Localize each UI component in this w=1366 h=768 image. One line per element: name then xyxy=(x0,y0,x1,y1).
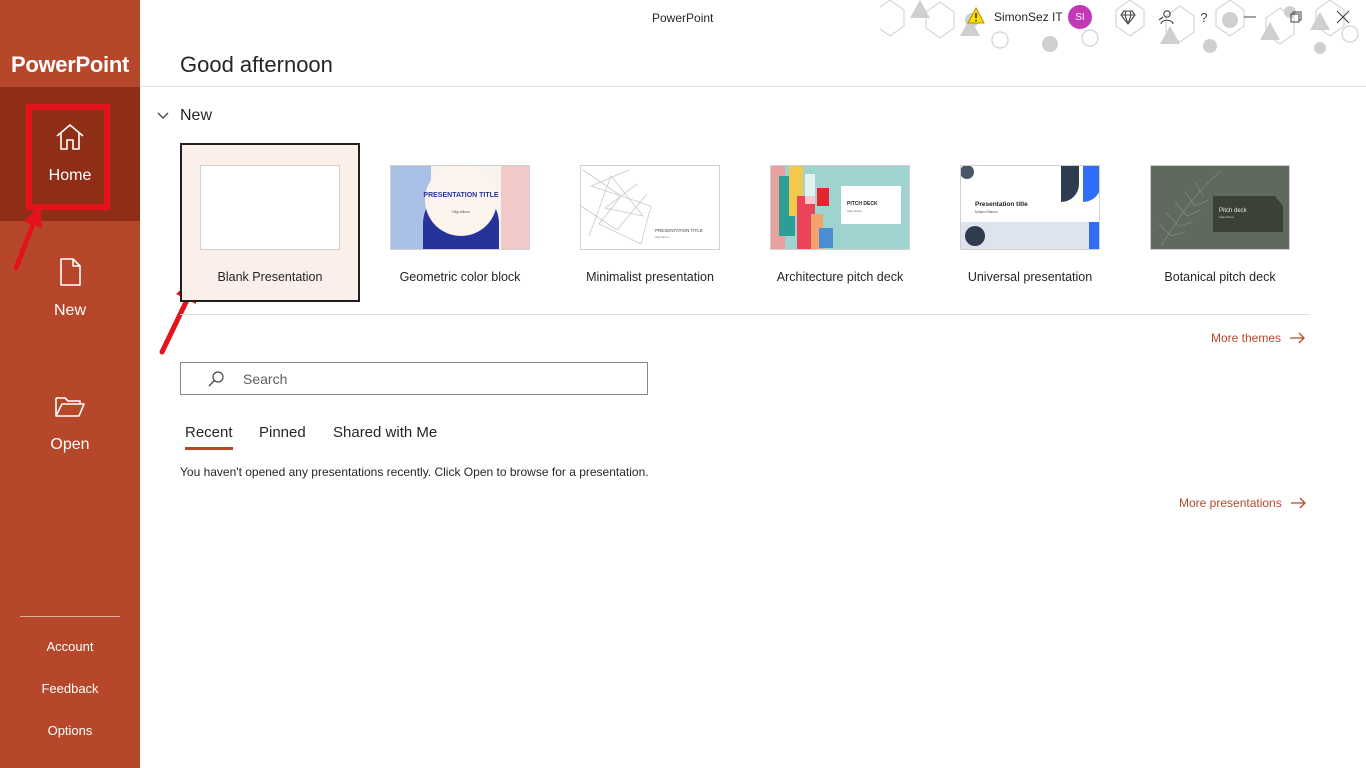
template-name: Universal presentation xyxy=(967,270,1093,284)
nav-home[interactable]: Home xyxy=(0,87,140,221)
minimize-icon[interactable] xyxy=(1241,8,1259,26)
section-divider xyxy=(180,314,1310,315)
thumb-title: PRESENTATION TITLE xyxy=(423,192,499,199)
sidebar: PowerPoint Home New Open Account Feedbac… xyxy=(0,0,140,768)
universal-thumbnail-art: Presentation title Mirjam Nilsson xyxy=(961,166,1099,249)
template-name: Minimalist presentation xyxy=(586,270,714,284)
botanical-thumbnail-art: Pitch deck Hilja Allison xyxy=(1151,166,1289,249)
template-blank-presentation[interactable]: Blank Presentation xyxy=(180,143,360,302)
header-divider xyxy=(140,86,1366,87)
more-presentations-link[interactable]: More presentations xyxy=(1179,496,1306,510)
home-icon xyxy=(56,124,84,150)
arrow-right-icon xyxy=(1290,332,1305,344)
thumb-subtitle: Hilja Allison xyxy=(655,235,670,239)
thumb-title: PITCH DECK xyxy=(847,201,878,207)
close-icon[interactable] xyxy=(1334,8,1352,26)
tab-recent[interactable]: Recent xyxy=(185,424,233,450)
warning-icon[interactable] xyxy=(967,7,985,25)
more-presentations-label: More presentations xyxy=(1179,496,1282,510)
coauthor-icon[interactable] xyxy=(1157,8,1175,26)
title-bar: PowerPoint SimonSez IT SI ? xyxy=(140,0,1366,54)
minimalist-thumbnail-art: PRESENTATION TITLE Hilja Allison xyxy=(581,166,719,249)
nav-home-label: Home xyxy=(48,167,92,184)
template-thumbnail: PRESENTATION TITLE Hilja Allison xyxy=(580,165,720,250)
open-folder-icon xyxy=(55,397,85,417)
feedback-link[interactable]: Feedback xyxy=(0,681,140,696)
template-name: Blank Presentation xyxy=(217,270,323,284)
tab-shared-with-me[interactable]: Shared with Me xyxy=(333,424,437,447)
template-universal-presentation[interactable]: Presentation title Mirjam Nilsson Univer… xyxy=(940,143,1120,302)
template-thumbnail xyxy=(200,165,340,250)
template-thumbnail: PRESENTATION TITLE Hilja Allison xyxy=(390,165,530,250)
new-section-label: New xyxy=(180,107,213,124)
thumb-subtitle: Hilja Allison xyxy=(847,209,863,213)
chevron-down-icon xyxy=(157,112,169,119)
architecture-thumbnail-art: PITCH DECK Hilja Allison xyxy=(771,166,909,249)
template-name: Architecture pitch deck xyxy=(776,270,904,284)
user-name[interactable]: SimonSez IT xyxy=(994,10,1063,24)
account-link[interactable]: Account xyxy=(0,639,140,654)
help-icon[interactable]: ? xyxy=(1195,8,1213,26)
options-link[interactable]: Options xyxy=(0,723,140,738)
template-botanical-pitch-deck[interactable]: Pitch deck Hilja Allison Botanical pitch… xyxy=(1130,143,1310,302)
search-icon xyxy=(208,371,224,387)
geometric-thumbnail-art: PRESENTATION TITLE Hilja Allison xyxy=(391,166,529,249)
search-input[interactable] xyxy=(243,369,623,389)
nav-open[interactable]: Open xyxy=(0,356,140,490)
template-minimalist-presentation[interactable]: PRESENTATION TITLE Hilja Allison Minimal… xyxy=(560,143,740,302)
avatar[interactable]: SI xyxy=(1068,5,1092,29)
more-themes-label: More themes xyxy=(1211,331,1282,345)
tab-pinned[interactable]: Pinned xyxy=(259,424,306,447)
thumb-subtitle: Mirjam Nilsson xyxy=(975,210,998,214)
svg-text:?: ? xyxy=(1200,10,1207,25)
nav-new-label: New xyxy=(53,302,86,319)
template-thumbnail: PITCH DECK Hilja Allison xyxy=(770,165,910,250)
template-thumbnail: Presentation title Mirjam Nilsson xyxy=(960,165,1100,250)
more-themes-link[interactable]: More themes xyxy=(1211,331,1305,345)
new-file-icon xyxy=(60,258,81,286)
thumb-title: Presentation title xyxy=(975,201,1028,208)
thumb-title: Pitch deck xyxy=(1219,208,1248,214)
search-box[interactable] xyxy=(180,362,648,395)
greeting-heading: Good afternoon xyxy=(180,52,333,77)
new-section-toggle[interactable]: New xyxy=(156,106,212,126)
nav-open-label: Open xyxy=(50,436,90,453)
restore-icon[interactable] xyxy=(1287,8,1305,26)
template-name: Botanical pitch deck xyxy=(1164,270,1276,284)
diamond-icon[interactable] xyxy=(1119,8,1137,26)
app-name: PowerPoint xyxy=(10,52,129,77)
template-geometric-color-block[interactable]: PRESENTATION TITLE Hilja Allison Geometr… xyxy=(370,143,550,302)
empty-recent-message: You haven't opened any presentations rec… xyxy=(180,465,649,479)
thumb-subtitle: Hilja Allison xyxy=(452,210,470,214)
template-architecture-pitch-deck[interactable]: PITCH DECK Hilja Allison Architecture pi… xyxy=(750,143,930,302)
nav-new[interactable]: New xyxy=(0,222,140,356)
sidebar-divider xyxy=(20,616,120,617)
window-title: PowerPoint xyxy=(652,11,714,25)
template-name: Geometric color block xyxy=(399,270,521,284)
thumb-subtitle: Hilja Allison xyxy=(1219,215,1235,219)
arrow-right-icon xyxy=(1290,497,1306,509)
template-thumbnail: Pitch deck Hilja Allison xyxy=(1150,165,1290,250)
thumb-title: PRESENTATION TITLE xyxy=(655,228,703,233)
